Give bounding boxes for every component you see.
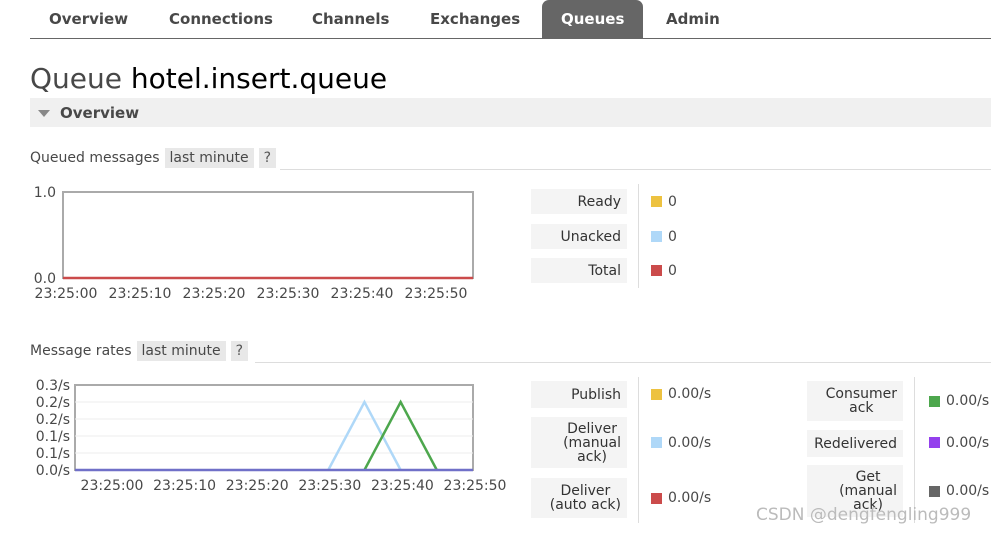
x-tick-label: 23:25:00 [81, 478, 144, 494]
unacked-label: Unacked [531, 224, 627, 249]
x-tick-label: 23:25:40 [371, 478, 434, 494]
y-tick-label: 0.2/s [36, 395, 70, 411]
publish-swatch [651, 389, 662, 400]
queued-messages-heading: Queued messages last minute ? [30, 148, 277, 168]
queued-messages-chart: 1.0 0.023:25:00 23:25:10 23:25:20 23:25:30 23… [34, 185, 474, 302]
unacked-value: 0 [668, 229, 677, 245]
plot-area [62, 191, 474, 279]
overview-section-label: Overview [60, 104, 140, 122]
x-tick-label: 23:25:50 [444, 478, 507, 494]
y-tick-label: 0.0/s [36, 463, 70, 479]
tab-admin[interactable]: Admin [647, 0, 739, 38]
message-rates-chart: 0.3/s0.2/s0.2/s0.1/s0.1/s0.0/s23:25:00 23… [36, 378, 507, 494]
total-value: 0 [668, 263, 677, 279]
x-tick-label: 23:25:10 [153, 478, 216, 494]
consumer-ack-label: Consumer ack [807, 381, 903, 421]
stats-divider [638, 184, 639, 288]
x-tick-label: 23:25:20 [226, 478, 289, 494]
ready-swatch [651, 196, 662, 207]
y-tick-label: 0.1/s [36, 429, 70, 445]
publish-value: 0.00/s [668, 386, 712, 402]
deliver-auto-ack-label: Deliver (auto ack) [531, 478, 627, 518]
tab-overview[interactable]: Overview [30, 0, 147, 38]
watermark-text: CSDN @dengfengling999 [756, 505, 972, 525]
rates-range-selector[interactable]: last minute [136, 341, 226, 361]
message-rates-title: Message rates [30, 343, 132, 359]
queued-messages-title: Queued messages [30, 150, 160, 166]
y-tick-label: 0.3/s [36, 378, 70, 394]
get-manual-ack-value: 0.00/s [946, 483, 990, 499]
redelivered-swatch [929, 437, 940, 448]
queued-help-button[interactable]: ? [258, 148, 277, 168]
x-tick-label: 23:25:30 [298, 478, 361, 494]
queue-name: hotel.insert.queue [130, 62, 388, 95]
y-tick-label: 1.0 [34, 185, 56, 201]
tab-connections[interactable]: Connections [150, 0, 292, 38]
y-tick-label: 0.2/s [36, 412, 70, 428]
deliver-auto-ack-swatch [651, 493, 662, 504]
collapse-triangle-icon [38, 110, 50, 117]
y-tick-label: 0.1/s [36, 446, 70, 462]
message-rates-heading: Message rates last minute ? [30, 341, 249, 361]
total-label: Total [531, 258, 627, 283]
x-tick-label: 23:25:40 [331, 286, 394, 302]
deliver-manual-ack-value: 0.00/s [668, 435, 712, 451]
tab-channels[interactable]: Channels [293, 0, 408, 38]
deliver-manual-ack-swatch [651, 437, 662, 448]
stats-divider [638, 377, 639, 523]
redelivered-value: 0.00/s [946, 435, 990, 451]
main-nav: Overview Connections Channels Exchanges … [30, 0, 991, 39]
divider [255, 362, 991, 363]
x-tick-label: 23:25:30 [257, 286, 320, 302]
x-tick-label: 23:25:00 [35, 286, 98, 302]
x-tick-label: 23:25:20 [183, 286, 246, 302]
publish-label: Publish [531, 381, 627, 408]
deliver-auto-ack-value: 0.00/s [668, 490, 712, 506]
ready-label: Ready [531, 189, 627, 214]
ready-value: 0 [668, 194, 677, 210]
page-title: Queue hotel.insert.queue [30, 62, 387, 95]
tab-exchanges[interactable]: Exchanges [411, 0, 539, 38]
rates-help-button[interactable]: ? [230, 341, 249, 361]
stats-divider [914, 377, 915, 523]
x-tick-label: 23:25:50 [405, 286, 468, 302]
deliver-manual-ack-label: Deliver (manual ack) [531, 417, 627, 468]
redelivered-label: Redelivered [807, 430, 903, 457]
get-manual-ack-swatch [929, 486, 940, 497]
divider [280, 169, 991, 170]
unacked-swatch [651, 231, 662, 242]
tab-queues[interactable]: Queues [542, 0, 644, 38]
y-tick-label: 0.0 [34, 271, 56, 287]
overview-section-toggle[interactable]: Overview [30, 98, 991, 127]
title-prefix: Queue [30, 62, 122, 95]
consumer-ack-swatch [929, 396, 940, 407]
consumer-ack-value: 0.00/s [946, 393, 990, 409]
queued-range-selector[interactable]: last minute [164, 148, 254, 168]
x-tick-label: 23:25:10 [109, 286, 172, 302]
total-swatch [651, 265, 662, 276]
